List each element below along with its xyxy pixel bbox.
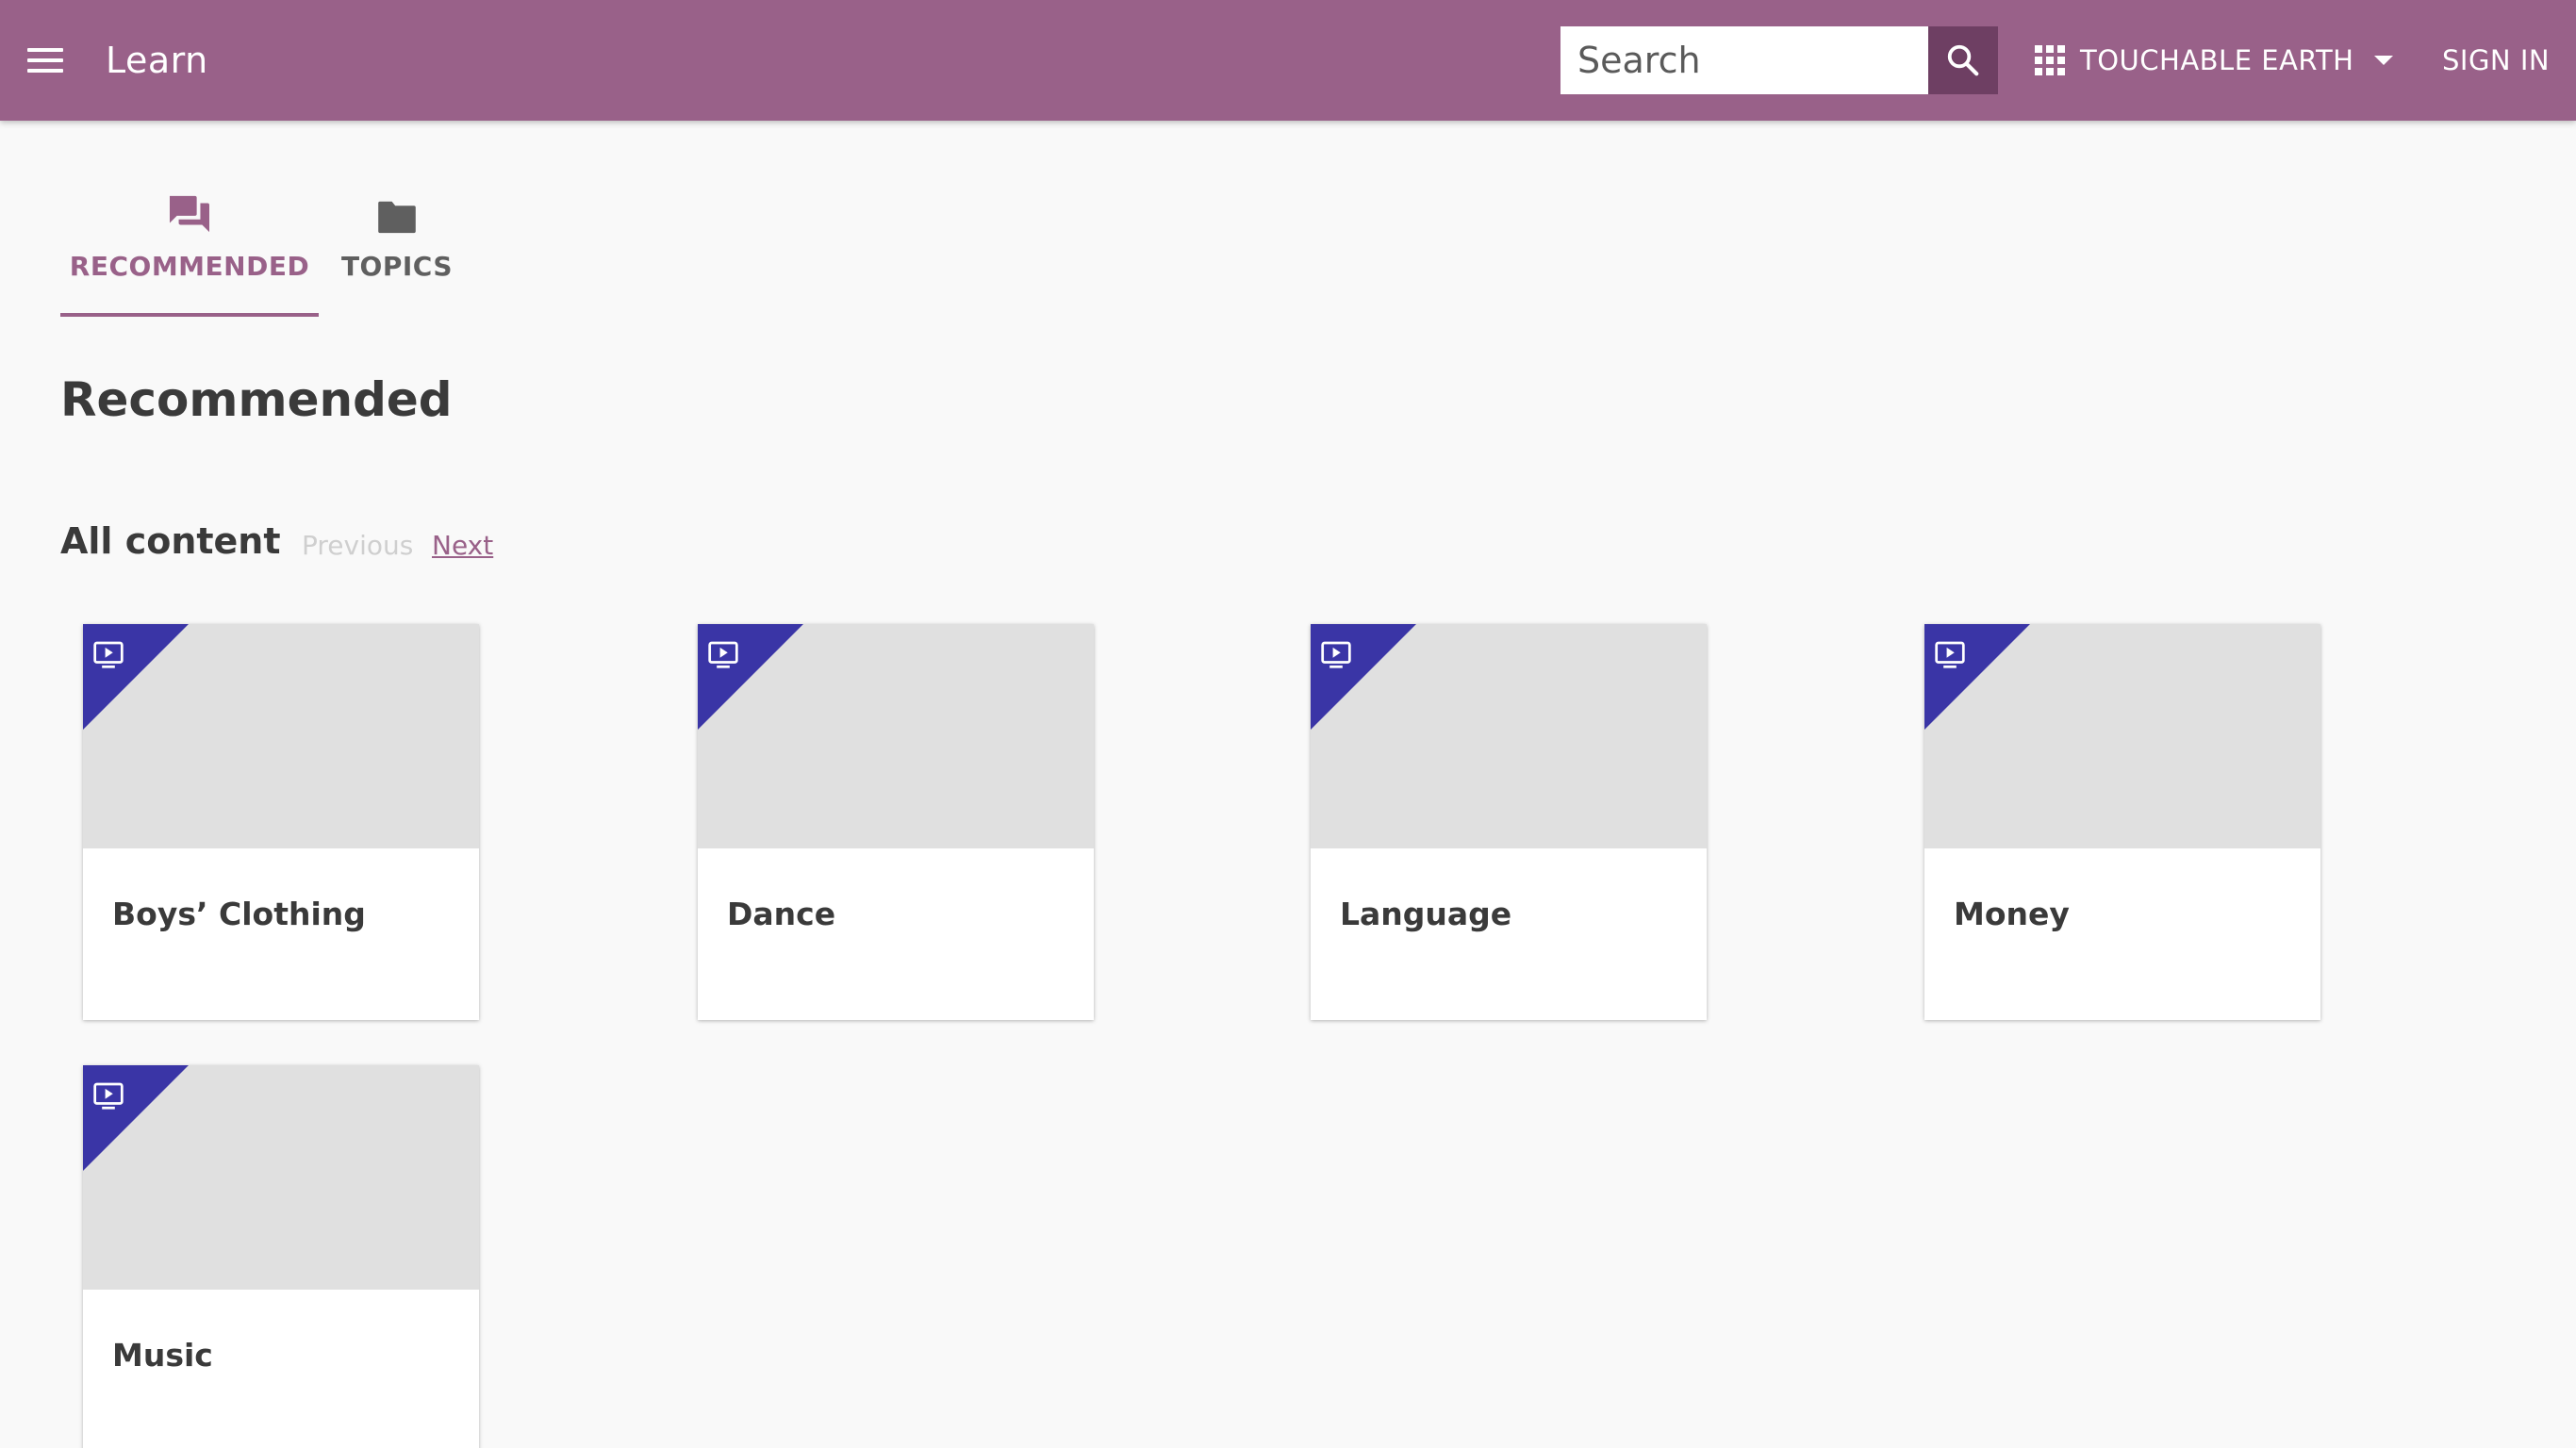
card-title: Music xyxy=(112,1337,213,1374)
page-title: Recommended xyxy=(60,372,453,427)
learn-page: Learn TOUCHABLE EARTH SIGN IN RECOMMENDE… xyxy=(0,0,2576,1448)
search-icon xyxy=(1947,44,1979,76)
next-link[interactable]: Next xyxy=(432,530,493,561)
content-card[interactable]: Money xyxy=(1924,624,2320,1020)
content-card[interactable]: Language xyxy=(1311,624,1707,1020)
video-icon xyxy=(1935,641,1965,668)
video-icon xyxy=(1321,641,1351,668)
tab-topics-label: TOPICS xyxy=(340,251,454,282)
card-title: Language xyxy=(1340,896,1512,932)
apps-grid-icon xyxy=(2035,45,2065,75)
folder-icon xyxy=(378,201,416,234)
tab-topics[interactable]: TOPICS xyxy=(330,189,464,317)
tab-recommended[interactable]: RECOMMENDED xyxy=(60,189,319,317)
forum-icon xyxy=(170,195,209,233)
card-type-badge xyxy=(83,1065,189,1171)
card-title: Dance xyxy=(727,896,836,932)
app-bar: Learn TOUCHABLE EARTH SIGN IN xyxy=(0,0,2576,121)
search-input[interactable] xyxy=(1560,26,1928,94)
search-button[interactable] xyxy=(1928,26,1998,94)
chevron-down-icon xyxy=(2374,56,2394,65)
app-title: Learn xyxy=(106,40,208,81)
card-type-badge xyxy=(698,624,803,730)
section-title: All content xyxy=(60,520,281,562)
tab-recommended-label: RECOMMENDED xyxy=(69,251,310,282)
video-icon xyxy=(708,641,738,668)
previous-link: Previous xyxy=(302,530,414,561)
channel-label: TOUCHABLE EARTH xyxy=(2080,44,2354,76)
content-card[interactable]: Music xyxy=(83,1065,479,1448)
sign-in-button[interactable]: SIGN IN xyxy=(2442,26,2550,94)
channel-switcher[interactable]: TOUCHABLE EARTH xyxy=(2035,26,2394,94)
card-title: Boys’ Clothing xyxy=(112,896,366,932)
video-icon xyxy=(93,1082,124,1110)
card-type-badge xyxy=(1924,624,2030,730)
card-title: Money xyxy=(1954,896,2070,932)
content-card[interactable]: Boys’ Clothing xyxy=(83,624,479,1020)
content-card[interactable]: Dance xyxy=(698,624,1094,1020)
menu-icon[interactable] xyxy=(21,36,70,85)
card-type-badge xyxy=(83,624,189,730)
video-icon xyxy=(93,641,124,668)
card-type-badge xyxy=(1311,624,1416,730)
